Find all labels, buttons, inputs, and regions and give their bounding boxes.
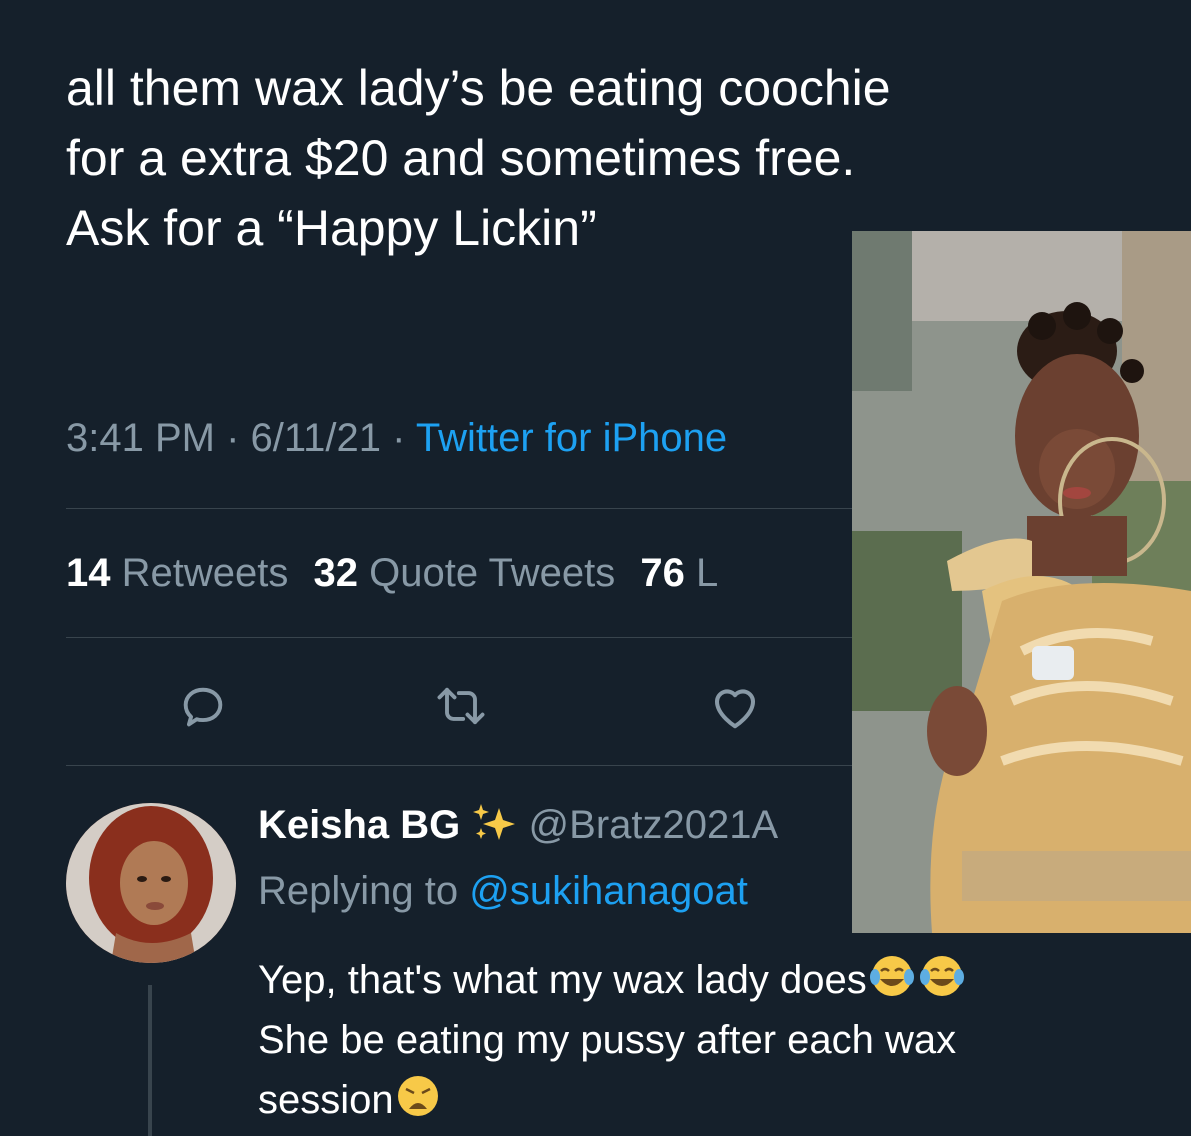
reply-line: She be eating my pussy after each wax <box>258 1018 957 1062</box>
reply-icon <box>183 687 223 727</box>
reply-line-1: Yep, that's what my wax lady does <box>258 950 1158 1010</box>
thread-line <box>148 985 152 1136</box>
avatar-image <box>66 803 236 963</box>
sparkles-icon <box>473 804 516 840</box>
tweet-source-link[interactable]: Twitter for iPhone <box>416 416 727 460</box>
meta-separator: · <box>226 416 240 460</box>
like-button[interactable] <box>700 676 770 736</box>
retweet-icon <box>437 687 485 725</box>
reply-author-handle[interactable]: @Bratz2021A <box>529 803 779 847</box>
tears-of-joy-emoji-icon <box>919 956 964 996</box>
quotes-stat[interactable]: 32 Quote Tweets <box>314 551 616 595</box>
tweet-line: all them wax lady’s be eating coochie <box>66 60 891 116</box>
reply-line: session <box>258 1078 394 1122</box>
quotes-label: Quote Tweets <box>369 551 616 595</box>
tweet-line: for a extra $20 and sometimes free. <box>66 130 856 186</box>
reply-line: Yep, that's what my wax lady does <box>258 958 867 1002</box>
overlay-photo-image <box>852 231 1191 933</box>
quotes-count: 32 <box>313 551 359 595</box>
tweet-stats: 14 Retweets 32 Quote Tweets 76 L <box>66 551 718 596</box>
tweet-time[interactable]: 3:41 PM <box>66 416 215 460</box>
like-icon <box>714 689 756 729</box>
retweets-stat[interactable]: 14 Retweets <box>66 551 288 595</box>
likes-count: 76 <box>640 551 685 595</box>
retweets-label: Retweets <box>121 551 289 595</box>
replying-to: Replying to @sukihanagoat <box>258 869 748 914</box>
reply-line-3: session <box>258 1070 1158 1130</box>
weary-face-emoji-icon <box>397 1076 438 1116</box>
reply-header: Keisha BG @Bratz2021A <box>258 802 778 848</box>
likes-label: L <box>695 551 719 595</box>
tears-of-joy-emoji-icon <box>869 956 914 996</box>
reply-author-name[interactable]: Keisha BG <box>258 803 460 847</box>
reply-text: Yep, that's what my wax lady does She be… <box>258 950 1158 1130</box>
avatar[interactable] <box>66 803 236 963</box>
overlay-photo <box>852 231 1191 933</box>
replying-prefix: Replying to <box>258 869 459 913</box>
meta-separator: · <box>392 416 406 460</box>
tweet-meta: 3:41 PM · 6/11/21 · Twitter for iPhone <box>66 416 727 461</box>
reply-button[interactable] <box>168 676 238 736</box>
retweet-button[interactable] <box>426 676 496 736</box>
retweets-count: 14 <box>66 551 111 595</box>
tweet-date[interactable]: 6/11/21 <box>251 416 382 460</box>
likes-stat[interactable]: 76 L <box>640 551 718 595</box>
replying-mention-link[interactable]: @sukihanagoat <box>469 869 748 913</box>
